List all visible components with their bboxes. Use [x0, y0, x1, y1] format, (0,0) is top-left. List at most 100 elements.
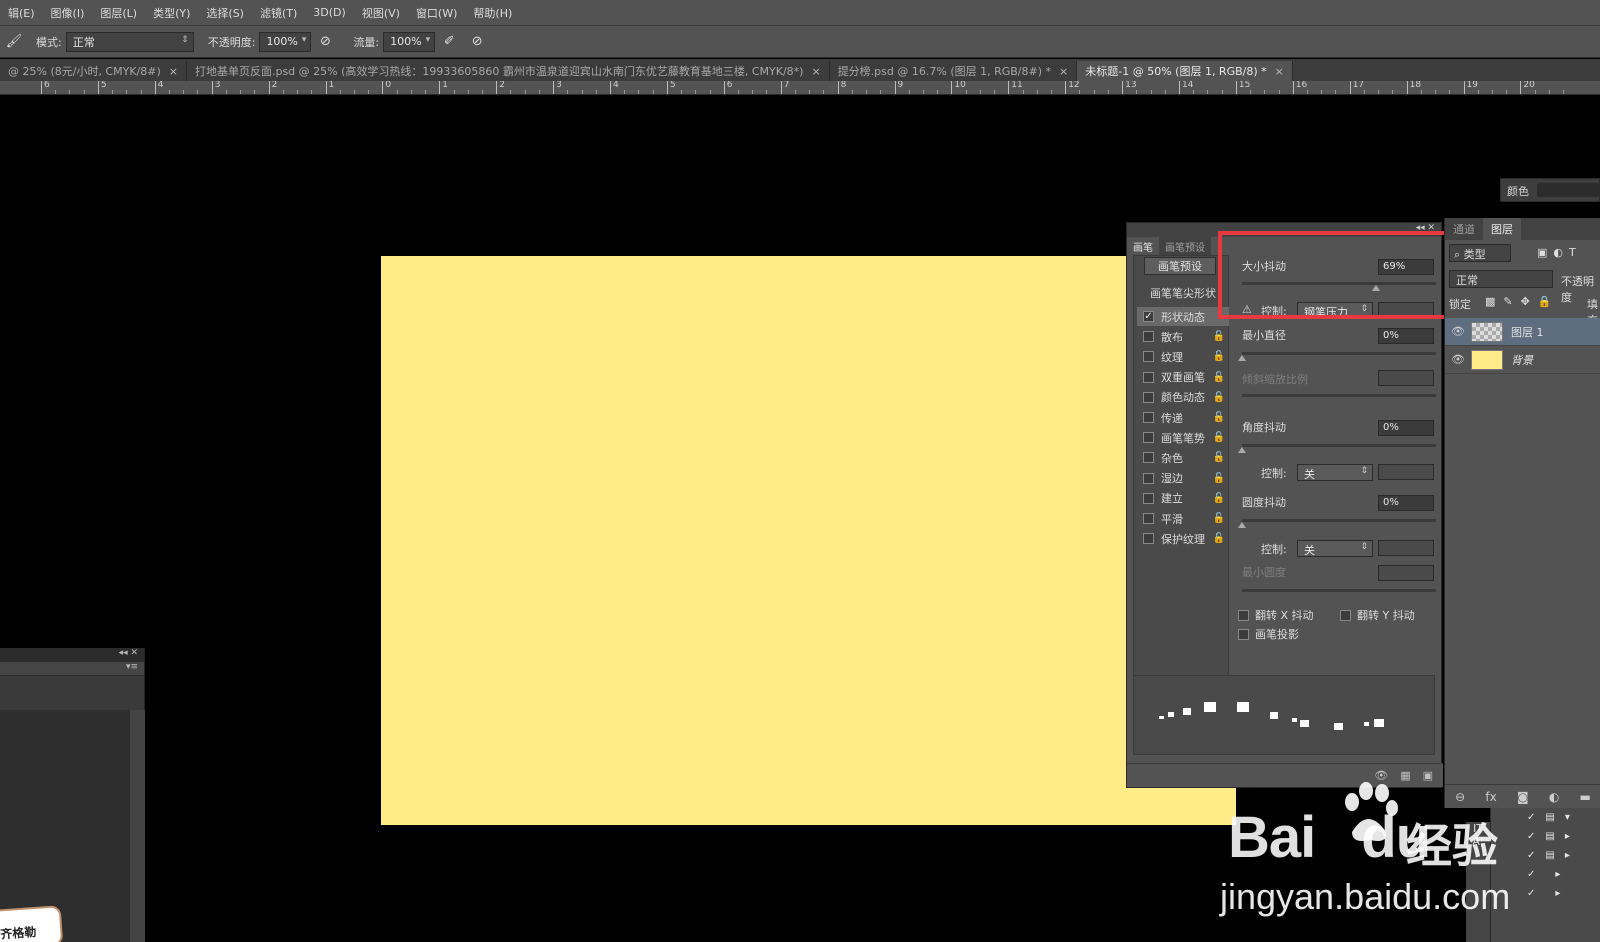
checkbox-box[interactable]	[1143, 452, 1154, 464]
mini-row[interactable]: ✓ ▸	[1491, 884, 1600, 903]
menu-view[interactable]: 视图(V)	[354, 5, 408, 21]
tab-channels[interactable]: 通道	[1445, 218, 1483, 240]
checkbox-box[interactable]	[1143, 351, 1154, 363]
brush-tool-icon[interactable]: 🖌	[4, 32, 24, 52]
lock-icon[interactable]: 🔓	[1213, 412, 1225, 423]
tab-document-1[interactable]: @ 25% (8元/小时, CMYK/8#) ×	[0, 61, 187, 81]
tab-document-3[interactable]: 提分榜.psd @ 16.7% (图层 1, RGB/8#) * ×	[829, 61, 1078, 81]
brush-projection-checkbox[interactable]: 画笔投影	[1238, 626, 1299, 642]
layer-row-background[interactable]: 👁 背景	[1445, 346, 1600, 374]
slider-thumb[interactable]	[1238, 522, 1246, 528]
lock-icon[interactable]: 🔓	[1213, 392, 1225, 403]
lock-icon[interactable]: 🔓	[1213, 331, 1225, 342]
brush-presets-button[interactable]: 画笔预设	[1144, 257, 1216, 275]
min-diameter-input[interactable]: 0%	[1378, 328, 1434, 344]
tab-brush-presets[interactable]: 画笔预设	[1159, 237, 1211, 255]
brush-option-item[interactable]: 平滑 🔓	[1137, 509, 1229, 528]
checkbox-box[interactable]	[1143, 513, 1154, 524]
checkbox-box[interactable]	[1143, 533, 1154, 545]
lock-icon[interactable]: 🔓	[1213, 493, 1225, 504]
checkbox-box[interactable]	[1143, 492, 1154, 504]
close-icon[interactable]: ×	[1275, 65, 1284, 78]
tab-document-2[interactable]: 打地基单页反面.psd @ 25% (高效学习热线：19933605860 霸州…	[186, 61, 830, 81]
checkbox-box[interactable]	[1340, 609, 1351, 621]
tab-brush[interactable]: 画笔	[1127, 237, 1159, 255]
color-panel-label[interactable]: 颜色	[1507, 183, 1529, 199]
flip-y-jitter-checkbox[interactable]: 翻转 Y 抖动	[1340, 607, 1415, 623]
eye-icon[interactable]: 👁	[1445, 325, 1471, 338]
mini-row[interactable]: ✓ ▤ ▾	[1491, 808, 1600, 827]
slider-thumb[interactable]	[1238, 355, 1246, 361]
slider-thumb[interactable]	[1238, 447, 1246, 453]
folder-icon[interactable]: ▬	[1580, 790, 1591, 804]
menu-window[interactable]: 窗口(W)	[408, 5, 465, 21]
lock-icon[interactable]: 🔓	[1213, 372, 1225, 383]
menu-filter[interactable]: 滤镜(T)	[252, 5, 305, 21]
checkbox-box[interactable]	[1143, 432, 1154, 444]
lock-icon[interactable]: 🔓	[1213, 513, 1225, 524]
checkbox-box[interactable]	[1143, 371, 1154, 383]
opacity-input[interactable]: 100% ▾	[259, 31, 312, 52]
pressure-opacity-icon[interactable]: ⊘	[315, 32, 335, 52]
lock-icon[interactable]: 🔓	[1213, 533, 1225, 544]
layer-row-1[interactable]: 👁 图层 1	[1445, 318, 1600, 346]
scrollbar[interactable]	[130, 710, 145, 942]
eye-icon[interactable]: 👁	[1445, 353, 1471, 366]
close-icon[interactable]: ×	[1059, 65, 1068, 78]
close-icon[interactable]: ×	[811, 65, 820, 78]
brush-option-item[interactable]: 保护纹理 🔓	[1137, 529, 1229, 548]
lock-icon[interactable]: 🔓	[1213, 351, 1225, 362]
brush-option-item[interactable]: 杂色 🔓	[1137, 448, 1229, 467]
mini-row[interactable]: ✓ ▸	[1491, 865, 1600, 884]
checkbox-box[interactable]	[1238, 609, 1249, 621]
fx-icon[interactable]: fx	[1485, 790, 1496, 804]
type-icon[interactable]: IT	[1466, 822, 1490, 835]
brush-option-item[interactable]: ✓ 形状动态	[1137, 307, 1229, 326]
mini-row[interactable]: ✓ ▤ ▸	[1491, 846, 1600, 865]
checkbox-box[interactable]	[1143, 331, 1154, 343]
pressure-size-icon[interactable]: ⊘	[467, 32, 487, 52]
menu-layer[interactable]: 图层(L)	[92, 5, 145, 21]
link-icon[interactable]: ⊖	[1455, 790, 1465, 804]
panel-collapse-icon[interactable]: ◂◂ ✕	[0, 648, 144, 662]
canvas-document[interactable]	[381, 256, 1236, 825]
mini-row[interactable]: ✓ ▤ ▸	[1491, 827, 1600, 846]
menu-image[interactable]: 图像(I)	[43, 5, 93, 21]
brush-option-item[interactable]: 纹理 🔓	[1137, 347, 1229, 366]
angle-control-select[interactable]: 关 ⇕	[1297, 464, 1373, 481]
brush-option-item[interactable]: 建立 🔓	[1137, 489, 1229, 508]
horizontal-ruler[interactable]: 6 5 4 3 2 1 0 1 2 3 4 5 6 7 8 9 10 11 12 13 14 15 16 17 18 19 20	[0, 81, 1600, 95]
roundness-jitter-slider[interactable]	[1242, 519, 1436, 522]
brush-tip-shape-header[interactable]: 画笔笔尖形状	[1150, 285, 1216, 301]
menu-type[interactable]: 类型(Y)	[145, 5, 198, 21]
checkbox-box[interactable]	[1143, 412, 1154, 423]
adjustment-icon[interactable]: ◐	[1549, 790, 1559, 804]
roundness-jitter-input[interactable]: 0%	[1378, 495, 1434, 511]
lock-icon[interactable]: 🔓	[1213, 432, 1225, 443]
close-icon[interactable]: ×	[169, 65, 178, 78]
menu-help[interactable]: 帮助(H)	[465, 5, 520, 21]
layer-filter-select[interactable]: ⌕ 类型	[1449, 244, 1511, 262]
mode-select[interactable]: 正常 ⇕	[65, 31, 194, 52]
checkbox-box[interactable]: ✓	[1143, 311, 1154, 322]
brush-option-item[interactable]: 颜色动态 🔓	[1137, 388, 1229, 407]
flip-x-jitter-checkbox[interactable]: 翻转 X 抖动	[1238, 607, 1314, 623]
roundness-control-select[interactable]: 关 ⇕	[1297, 540, 1373, 557]
lock-icon[interactable]: 🔓	[1213, 452, 1225, 463]
checkbox-box[interactable]	[1143, 391, 1154, 403]
angle-jitter-input[interactable]: 0%	[1378, 420, 1434, 436]
airbrush-icon[interactable]: ✐	[439, 32, 459, 52]
menu-edit[interactable]: 辑(E)	[0, 5, 43, 21]
menu-select[interactable]: 选择(S)	[198, 5, 252, 21]
checkbox-box[interactable]	[1143, 472, 1154, 484]
brush-option-item[interactable]: 湿边 🔓	[1137, 469, 1229, 488]
tab-layers[interactable]: 图层	[1483, 218, 1521, 240]
brush-option-item[interactable]: 传递 🔓	[1137, 408, 1229, 427]
angle-jitter-slider[interactable]	[1242, 444, 1436, 447]
tab-document-4[interactable]: 未标题-1 @ 50% (图层 1, RGB/8) * ×	[1077, 61, 1293, 81]
checkbox-box[interactable]	[1238, 628, 1249, 640]
new-brush-icon[interactable]: ▣	[1423, 769, 1433, 782]
panel-menu-icon[interactable]: ▾≡	[0, 662, 144, 676]
brush-option-item[interactable]: 散布 🔓	[1137, 327, 1229, 346]
flow-input[interactable]: 100% ▾	[383, 31, 436, 52]
